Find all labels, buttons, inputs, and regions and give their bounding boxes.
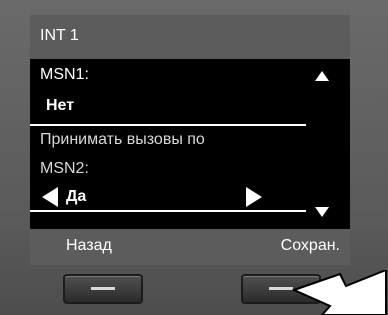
- msn2-value[interactable]: Да: [66, 188, 86, 206]
- settings-list: MSN1: Нет Принимать вызовы по MSN2: Да: [30, 59, 350, 229]
- msn1-label: MSN1:: [40, 66, 89, 83]
- softkey-back-label[interactable]: Назад: [66, 237, 112, 255]
- triangle-right-icon[interactable]: [246, 187, 262, 207]
- msn1-value[interactable]: Нет: [46, 97, 74, 115]
- msn2-value-underline: [30, 210, 306, 212]
- page-title: INT 1: [40, 27, 79, 44]
- receive-calls-label: Принимать вызовы по: [40, 131, 205, 148]
- triangle-up-icon[interactable]: [315, 71, 329, 81]
- msn1-value-underline: [30, 124, 306, 126]
- arrow-pointer-icon: [292, 270, 387, 315]
- triangle-left-icon[interactable]: [42, 187, 58, 207]
- dash-icon: [269, 287, 293, 290]
- dash-icon: [91, 287, 115, 290]
- triangle-down-icon[interactable]: [315, 207, 329, 217]
- display-screen: INT 1 MSN1: Нет Принимать вызовы по MSN2…: [30, 15, 350, 265]
- title-bar: INT 1: [30, 15, 350, 59]
- softkey-bar: Назад Сохран.: [30, 229, 350, 265]
- softkey-save-label[interactable]: Сохран.: [281, 237, 340, 255]
- msn2-label: MSN2:: [40, 160, 89, 177]
- left-softkey-button[interactable]: [63, 274, 143, 304]
